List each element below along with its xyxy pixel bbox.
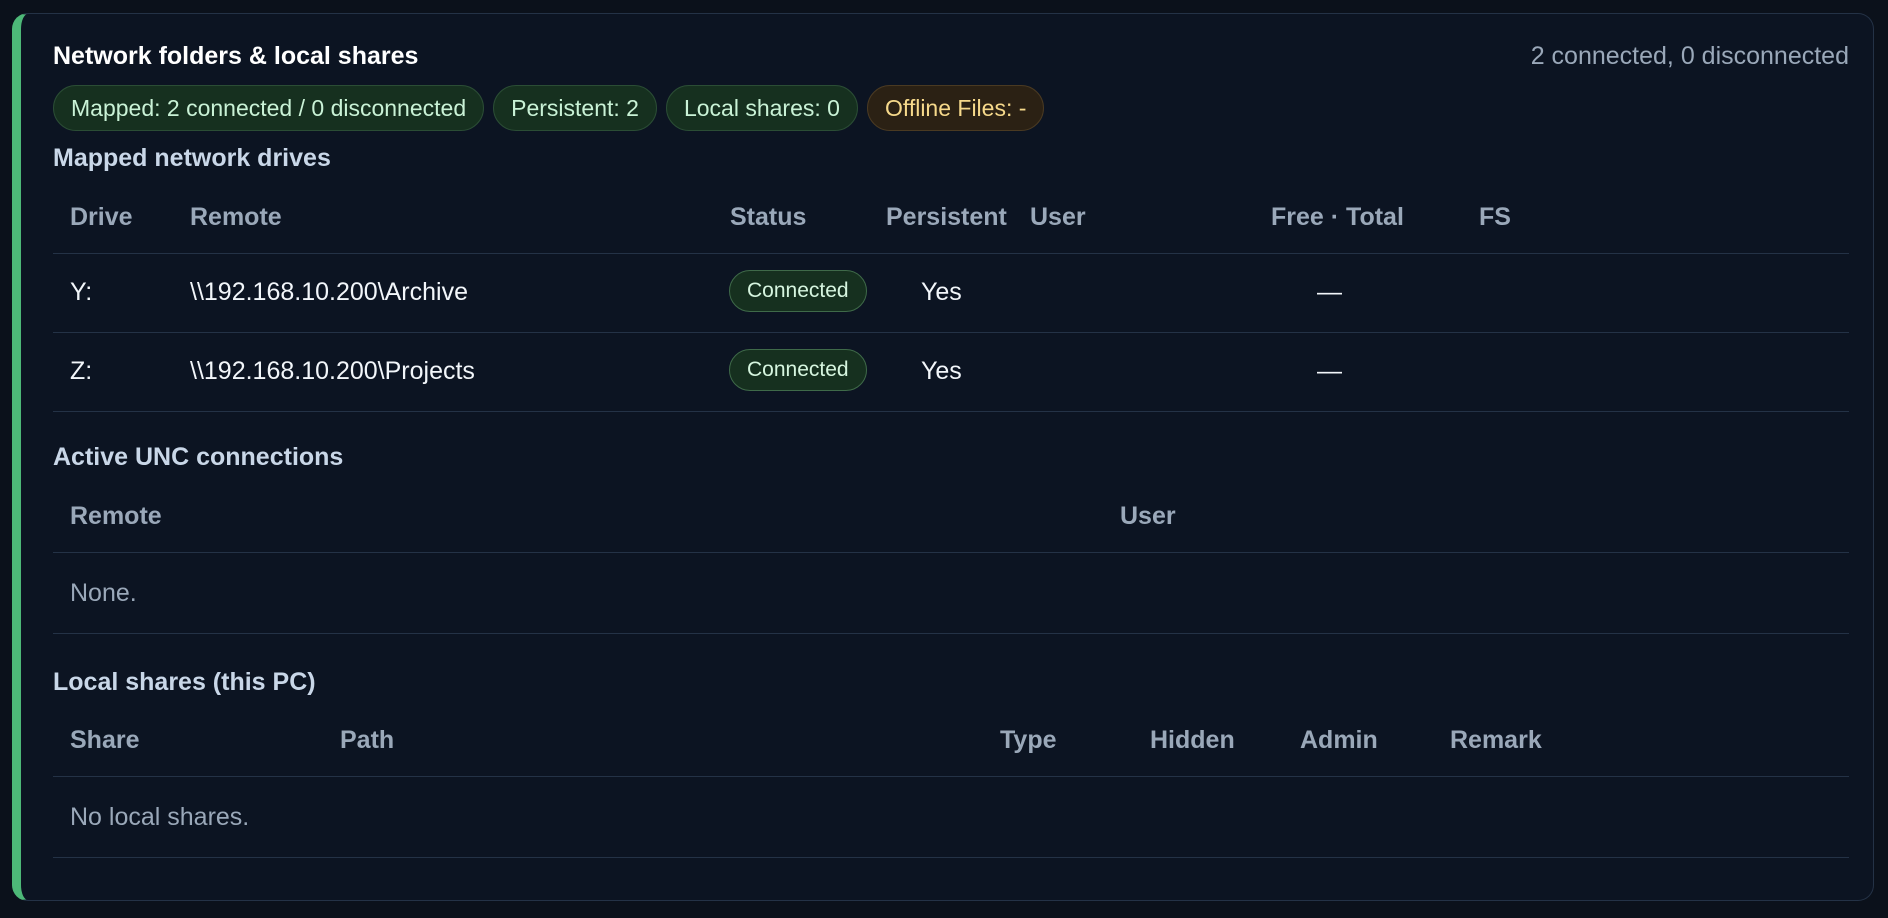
status-chips: Mapped: 2 connected / 0 disconnected Per… — [53, 85, 1045, 133]
table-header: Remote User — [53, 480, 1849, 553]
empty-message: No local shares. — [70, 803, 250, 831]
table-row[interactable]: Y: \\192.168.10.200\Archive Connected Ye… — [53, 254, 1849, 333]
free-total-value: — — [1317, 357, 1342, 385]
empty-state: No local shares. — [53, 777, 1849, 858]
unc-connections-title: Active UNC connections — [53, 443, 344, 471]
col-free-total: Free · Total — [1271, 203, 1404, 231]
drive-letter: Z: — [70, 357, 93, 385]
table-header: Drive Remote Status Persistent User Free… — [53, 181, 1849, 254]
col-user: User — [1120, 502, 1176, 530]
col-path: Path — [340, 726, 395, 754]
remote-path: \\192.168.10.200\Projects — [190, 357, 475, 385]
free-total-value: — — [1317, 278, 1342, 306]
mapped-drives-title: Mapped network drives — [53, 144, 331, 172]
mapped-drives-table: Drive Remote Status Persistent User Free… — [53, 181, 1849, 412]
col-type: Type — [1000, 726, 1057, 754]
col-remark: Remark — [1450, 726, 1542, 754]
col-admin: Admin — [1300, 726, 1378, 754]
local-shares-chip: Local shares: 0 — [665, 85, 858, 131]
table-row[interactable]: Z: \\192.168.10.200\Projects Connected Y… — [53, 333, 1849, 412]
persistent-chip: Persistent: 2 — [493, 85, 657, 131]
persistent-value: Yes — [921, 278, 962, 306]
empty-message: None. — [70, 579, 137, 607]
connection-summary: 2 connected, 0 disconnected — [1530, 42, 1849, 70]
col-share: Share — [70, 726, 140, 754]
card-title: Network folders & local shares — [53, 42, 419, 70]
card-header: Network folders & local shares 2 connect… — [53, 42, 1849, 72]
local-shares-table: Share Path Type Hidden Admin Remark No l… — [53, 704, 1849, 858]
col-persistent: Persistent — [886, 203, 1007, 231]
local-shares-title: Local shares (this PC) — [53, 668, 316, 696]
drive-letter: Y: — [70, 278, 93, 306]
col-hidden: Hidden — [1150, 726, 1235, 754]
mapped-chip: Mapped: 2 connected / 0 disconnected — [53, 85, 485, 131]
col-remote: Remote — [190, 203, 282, 231]
col-fs: FS — [1479, 203, 1511, 231]
col-user: User — [1030, 203, 1086, 231]
offline-files-chip: Offline Files: - — [866, 85, 1045, 131]
network-shares-card: Network folders & local shares 2 connect… — [12, 13, 1874, 901]
table-header: Share Path Type Hidden Admin Remark — [53, 704, 1849, 777]
remote-path: \\192.168.10.200\Archive — [190, 278, 468, 306]
persistent-value: Yes — [921, 357, 962, 385]
col-status: Status — [730, 203, 807, 231]
col-drive: Drive — [70, 203, 133, 231]
empty-state: None. — [53, 553, 1849, 634]
unc-connections-table: Remote User None. — [53, 480, 1849, 634]
status-badge: Connected — [729, 349, 867, 391]
col-remote: Remote — [70, 502, 162, 530]
status-badge: Connected — [729, 270, 867, 312]
